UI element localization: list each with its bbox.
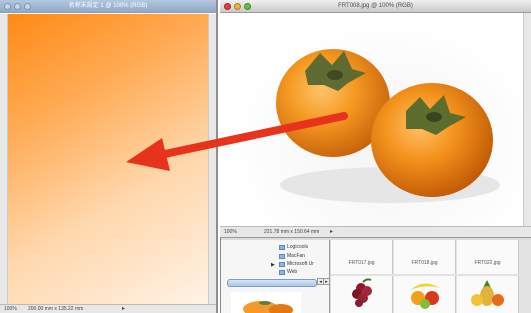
- fruit-preview-image: [243, 301, 293, 313]
- tropical-fruit-image: [471, 280, 504, 306]
- document-size: 221.78 mm x 150.64 mm: [264, 229, 320, 235]
- vertical-scrollbar[interactable]: [523, 13, 531, 227]
- preview-pane: [231, 292, 301, 313]
- window-titlebar[interactable]: 名称未設定 1 @ 100% (RGB): [0, 0, 216, 13]
- folder-item[interactable]: MacFan: [279, 253, 305, 259]
- folder-item[interactable]: Microsoft Ur: [279, 261, 314, 267]
- grapes-image: [352, 278, 372, 307]
- vertical-ruler: [0, 14, 8, 304]
- fruit-mix-image: [410, 283, 440, 309]
- close-button[interactable]: [4, 3, 11, 10]
- folder-icon: [279, 261, 285, 267]
- vertical-scrollbar[interactable]: [208, 14, 216, 304]
- zoom-button[interactable]: [244, 3, 251, 10]
- window-controls: [4, 3, 31, 10]
- file-browser: Logicools MacFan ▶ Microsoft Ur Web ◂ ▸: [220, 238, 531, 313]
- thumbnail[interactable]: FRT022.jpg: [457, 240, 519, 274]
- folder-item[interactable]: Web: [279, 269, 297, 275]
- thumbnail[interactable]: FRT017.jpg: [331, 240, 393, 274]
- status-menu-arrow-icon[interactable]: ▸: [330, 227, 333, 237]
- thumbnail-fruit-bowl[interactable]: [394, 276, 456, 313]
- document-window-untitled[interactable]: 名称未設定 1 @ 100% (RGB) 100% 200.00 mm x 13…: [0, 0, 218, 313]
- zoom-level[interactable]: 100%: [224, 227, 237, 237]
- document-size: 200.00 mm x 135.22 mm: [28, 306, 84, 312]
- photo-canvas[interactable]: [220, 13, 521, 228]
- scroll-right-button[interactable]: ▸: [323, 278, 330, 285]
- status-bar: 100% 200.00 mm x 135.22 mm ▸: [0, 304, 216, 313]
- folder-item[interactable]: Logicools: [279, 244, 308, 250]
- close-button[interactable]: [224, 3, 231, 10]
- disclosure-triangle-icon[interactable]: ▶: [271, 262, 275, 268]
- thumbnail-grid: FRT017.jpg FRT018.jpg FRT022.jpg: [331, 240, 531, 313]
- folder-path-bar[interactable]: [227, 279, 317, 287]
- status-menu-arrow-icon[interactable]: ▸: [122, 305, 125, 313]
- persimmon-front: [371, 83, 493, 197]
- folder-tree: Logicools MacFan ▶ Microsoft Ur Web ◂ ▸: [221, 240, 330, 313]
- window-title: 名称未設定 1 @ 100% (RGB): [68, 3, 148, 9]
- window-title: FRT008.jpg @ 100% (RGB): [338, 3, 413, 9]
- window-controls: [224, 3, 251, 10]
- zoom-button[interactable]: [24, 3, 31, 10]
- window-titlebar[interactable]: FRT008.jpg @ 100% (RGB): [220, 0, 531, 13]
- thumbnail-tropical[interactable]: [457, 276, 519, 313]
- document-window-frt008[interactable]: FRT008.jpg @ 100% (RGB) 100% 221.78 mm x…: [220, 0, 531, 238]
- minimize-button[interactable]: [234, 3, 241, 10]
- status-bar: 100% 221.78 mm x 150.64 mm ▸: [220, 226, 531, 237]
- minimize-button[interactable]: [14, 3, 21, 10]
- thumbnail[interactable]: FRT018.jpg: [394, 240, 456, 274]
- zoom-level[interactable]: 100%: [4, 305, 17, 313]
- thumbnail-grapes[interactable]: [331, 276, 393, 313]
- persimmon-photo: [276, 49, 500, 203]
- folder-icon: [279, 253, 285, 259]
- gradient-canvas[interactable]: [8, 14, 210, 304]
- folder-icon: [279, 269, 285, 275]
- folder-icon: [279, 244, 285, 250]
